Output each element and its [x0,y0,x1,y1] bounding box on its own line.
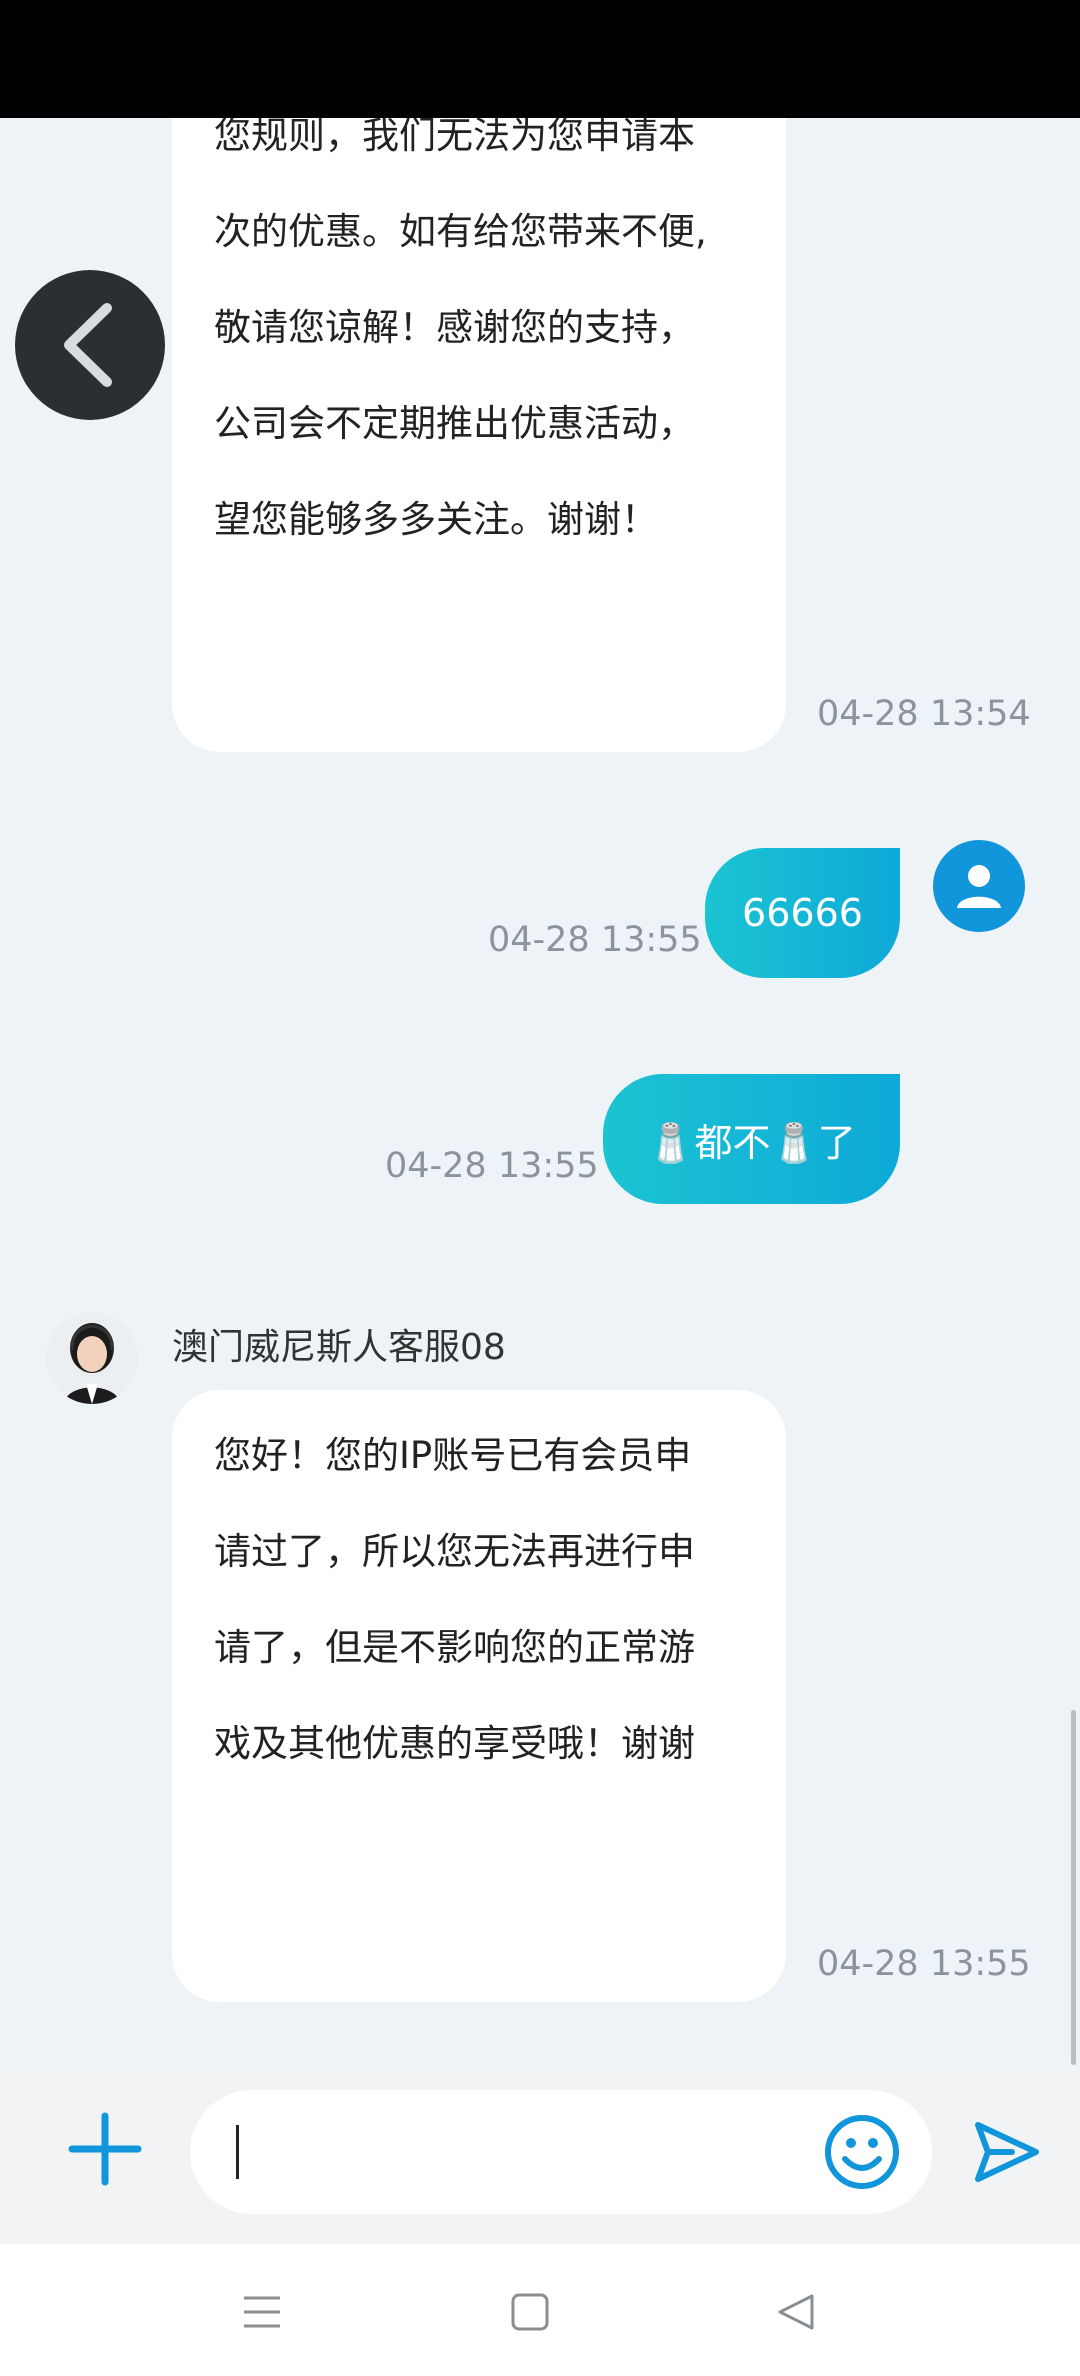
message-timestamp: 04-28 13:55 [385,1146,599,1186]
message-line: 请了，但是不影响您的正常游 [214,1626,695,1669]
agent-avatar-icon [46,1312,138,1404]
avatar [46,1312,138,1404]
chevron-left-icon [64,303,112,387]
message-bubble-agent: 您好！您的IP账号已有会员申 请过了，所以您无法再进行申 请了，但是不影响您的正… [172,1390,786,2002]
plus-icon[interactable] [68,2112,142,2186]
message-line: 敬请您谅解！感谢您的支持， [214,306,695,349]
message-line: 请过了，所以您无法再进行申 [214,1530,695,1573]
emoji-icon[interactable] [823,2113,901,2191]
message-line: 您好！您的IP账号已有会员申 [214,1434,692,1477]
message-bubble-user: 66666 [705,848,900,978]
message-input[interactable] [190,2090,932,2214]
text-cursor [236,2125,239,2179]
message-line: 望您能够多多关注。谢谢！ [214,498,658,541]
message-timestamp: 04-28 13:55 [488,920,702,960]
back-button[interactable] [15,270,165,420]
message-text: 🧂都不🧂了 [647,1120,856,1165]
avatar [933,840,1025,932]
user-icon [957,865,1001,908]
status-bar [0,0,1080,118]
message-line: 戏及其他优惠的享受哦！谢谢 [214,1722,695,1765]
scrollbar[interactable] [1071,1710,1076,2065]
home-square-icon[interactable] [508,2290,552,2334]
agent-name: 澳门威尼斯人客服08 [172,1327,506,1368]
menu-icon[interactable] [240,2290,284,2334]
send-icon[interactable] [972,2117,1042,2187]
message-line: 次的优惠。如有给您带来不便, [214,210,707,253]
back-triangle-icon[interactable] [774,2290,818,2334]
message-timestamp: 04-28 13:55 [817,1944,1031,1984]
message-timestamp: 04-28 13:54 [817,694,1031,734]
message-bubble-agent: 您规则，我们无法为您申请本 次的优惠。如有给您带来不便, 敬请您谅解！感谢您的支… [172,70,786,752]
message-text: 66666 [742,891,863,935]
message-bubble-user: 🧂都不🧂了 [603,1074,900,1204]
message-line: 公司会不定期推出优惠活动， [214,402,695,445]
